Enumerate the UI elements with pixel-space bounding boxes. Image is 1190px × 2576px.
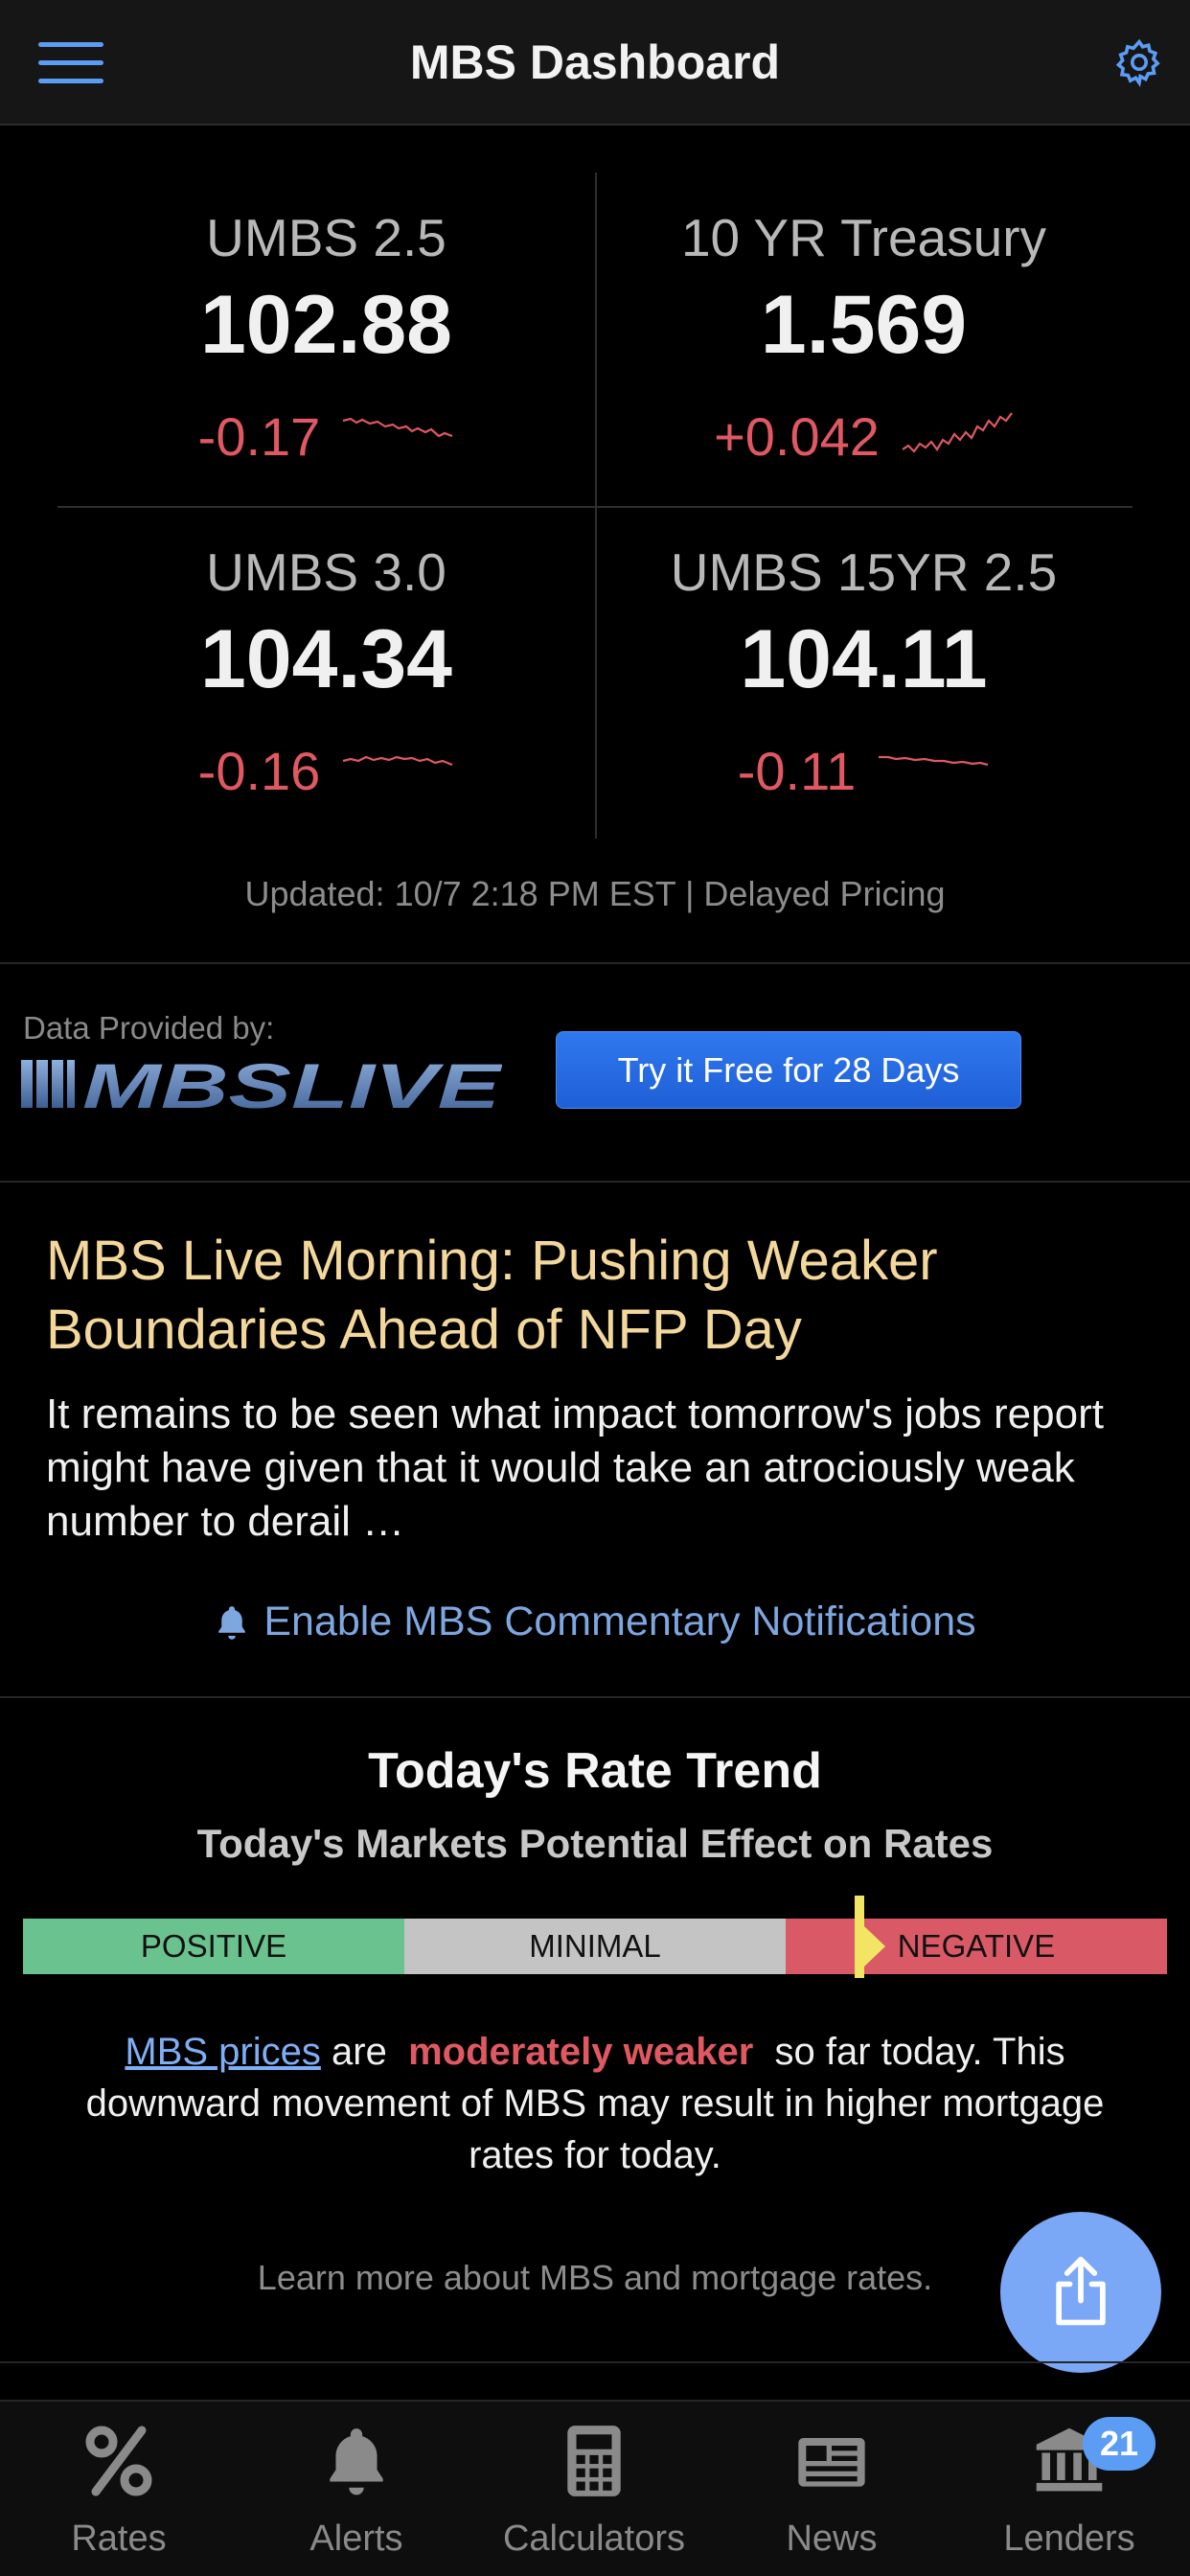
share-button[interactable] [1000, 2212, 1161, 2373]
quote-change: -0.11 [737, 740, 857, 801]
quote-change: -0.17 [197, 405, 321, 467]
quote-price: 102.88 [199, 279, 453, 371]
trend-marker [854, 1896, 864, 1978]
tab-label: Lenders [1003, 2518, 1135, 2559]
trend-segment-positive: POSITIVE [23, 1919, 404, 1974]
quote-change: -0.16 [197, 740, 321, 801]
quote-price: 104.11 [740, 613, 988, 705]
bell-icon [218, 1605, 246, 1640]
tab-label: Calculators [502, 2518, 686, 2559]
tab-label: Alerts [309, 2518, 403, 2559]
trend-strength: moderately weaker [408, 2031, 754, 2073]
mbs-prices-link[interactable]: MBS prices [125, 2031, 321, 2073]
quote-price: 1.569 [760, 279, 968, 371]
rate-trend-subtitle: Today's Markets Potential Effect on Rate… [196, 1821, 994, 1866]
summary-verb: are [332, 2031, 387, 2073]
divider [0, 962, 1190, 964]
provider-label: Data Provided by: [23, 1010, 275, 1046]
trend-marker-pointer [863, 1926, 885, 1966]
tab-alerts[interactable]: Alerts [238, 2402, 475, 2576]
page-title: MBS Dashboard [409, 35, 781, 89]
trend-segment-negative: NEGATIVE [786, 1919, 1167, 1974]
article-title[interactable]: MBS Live Morning: Pushing Weaker Boundar… [46, 1227, 1157, 1365]
sparkline-chart [343, 417, 453, 438]
tab-calculators[interactable]: Calculators [475, 2402, 713, 2576]
sparkline-chart [343, 755, 453, 767]
quote-label: UMBS 15YR 2.5 [670, 542, 1058, 602]
percent-icon [85, 2426, 152, 2496]
calculator-icon [567, 2426, 621, 2496]
lenders-count-badge: 21 [1083, 2417, 1156, 2471]
gear-icon[interactable] [1113, 36, 1165, 88]
newspaper-icon [798, 2438, 865, 2487]
quote-tile-10yr-treasury[interactable]: 10 YR Treasury 1.569 +0.042 [595, 172, 1133, 506]
free-trial-button[interactable]: Try it Free for 28 Days [556, 1031, 1021, 1109]
quote-tile-umbs-3-0[interactable]: UMBS 3.0 104.34 -0.16 [57, 507, 595, 840]
bottom-tab-bar: Rates Alerts Calculators News 21 Lenders [0, 2400, 1190, 2576]
quote-label: UMBS 2.5 [206, 208, 446, 267]
share-icon [1056, 2256, 1106, 2326]
quote-label: 10 YR Treasury [680, 208, 1047, 267]
article-excerpt[interactable]: It remains to be seen what impact tomorr… [46, 1388, 1157, 1549]
quote-grid: UMBS 2.5 102.88 -0.17 10 YR Treasury 1.5… [57, 172, 1133, 839]
tab-label: News [786, 2518, 878, 2559]
quote-label: UMBS 3.0 [206, 542, 446, 602]
rate-trend-summary: MBS prices are moderately weaker so far … [67, 2026, 1123, 2181]
bell-icon [330, 2428, 383, 2496]
app-header: MBS Dashboard [0, 0, 1190, 126]
sparkline-chart [879, 755, 989, 767]
rate-trend-title: Today's Rate Trend [368, 1743, 822, 1799]
divider [0, 2361, 1190, 2363]
rate-trend-bar: POSITIVE MINIMAL NEGATIVE [23, 1919, 1167, 1974]
tab-label: Rates [71, 2518, 167, 2559]
tab-lenders[interactable]: 21 Lenders [950, 2402, 1188, 2576]
updated-timestamp: Updated: 10/7 2:18 PM EST | Delayed Pric… [244, 874, 946, 913]
quote-tile-umbs-15yr-2-5[interactable]: UMBS 15YR 2.5 104.11 -0.11 [595, 507, 1133, 840]
divider [0, 1181, 1190, 1183]
trend-segment-minimal: MINIMAL [404, 1919, 786, 1974]
tab-rates[interactable]: Rates [0, 2402, 238, 2576]
quote-price: 104.34 [199, 613, 453, 705]
notification-link-text: Enable MBS Commentary Notifications [263, 1598, 976, 1644]
divider [0, 1696, 1190, 1698]
quote-tile-umbs-2-5[interactable]: UMBS 2.5 102.88 -0.17 [57, 172, 595, 506]
enable-notifications-link[interactable]: Enable MBS Commentary Notifications [0, 1598, 1190, 1645]
quote-change: +0.042 [714, 405, 880, 467]
logo-text: MBSLIVE [82, 1054, 502, 1114]
mbslive-logo[interactable]: MBSLIVE [21, 1054, 502, 1114]
tab-news[interactable]: News [713, 2402, 950, 2576]
sparkline-chart [902, 412, 1013, 453]
